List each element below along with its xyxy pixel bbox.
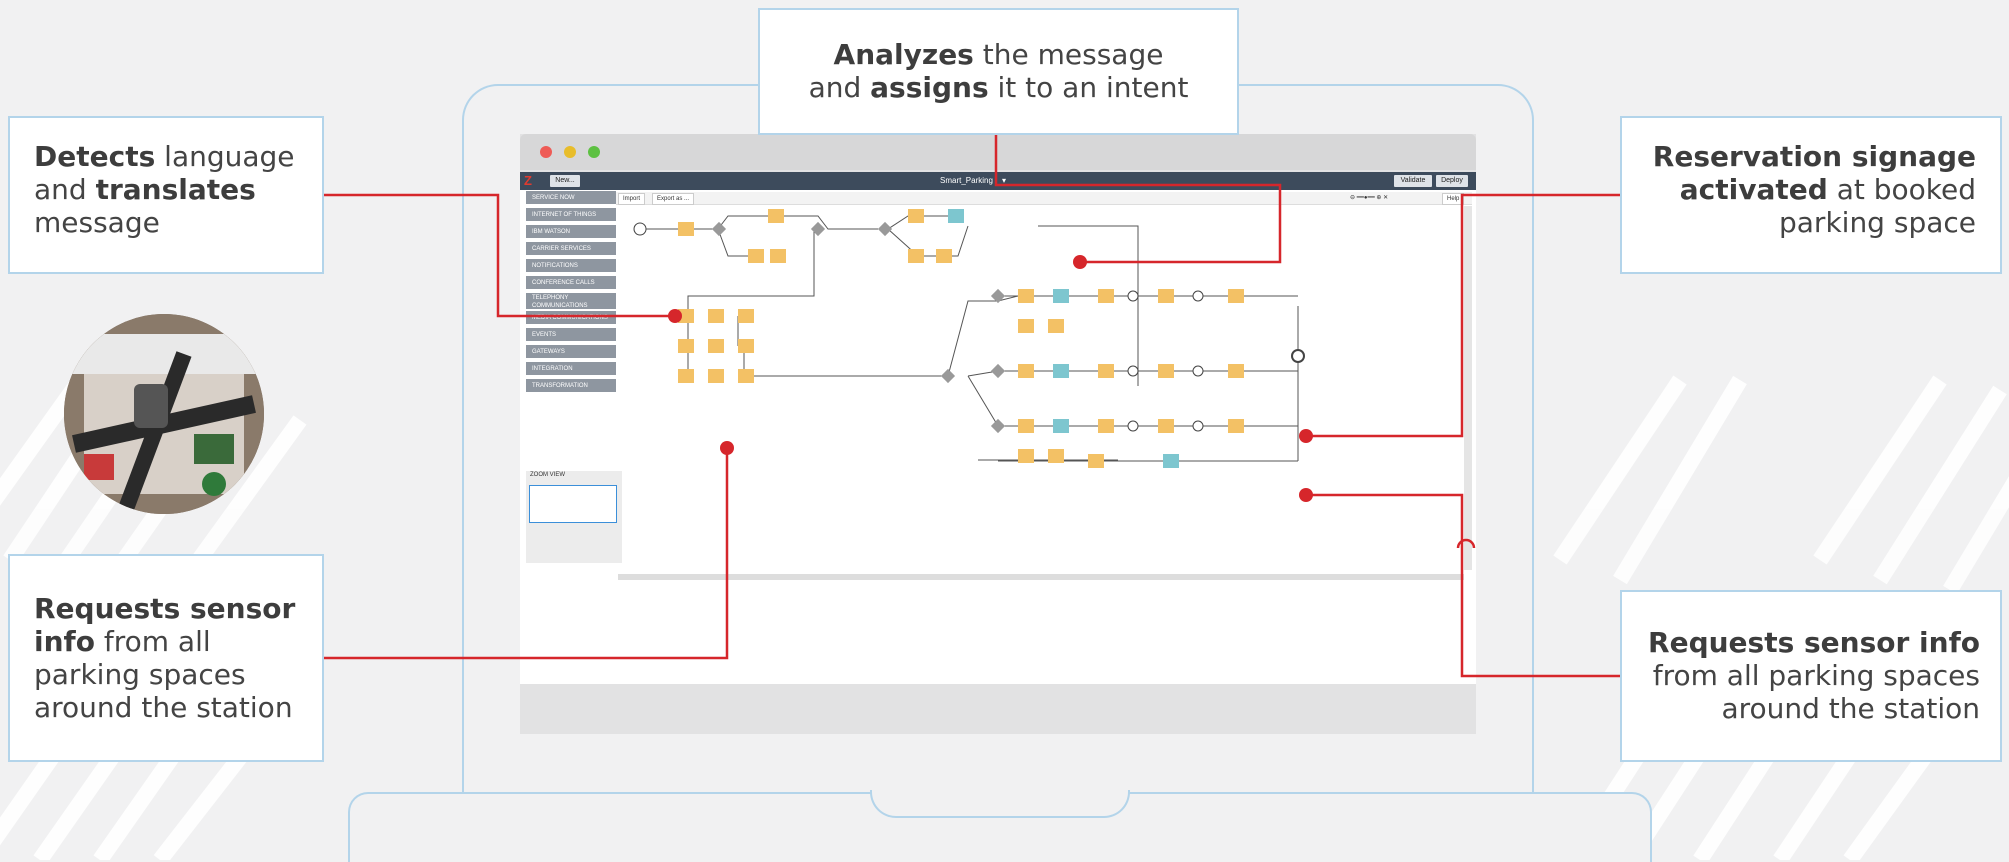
new-button[interactable]: New... bbox=[550, 175, 580, 187]
callout-detects-bold-1: Detects bbox=[34, 140, 156, 173]
canvas-toolbar: Import Export as ... ⊖ ━━●━━ ⊕ ✕ Help bbox=[616, 192, 1472, 205]
palette-item[interactable]: INTERNET OF THINGS bbox=[526, 208, 616, 222]
flow-nodes bbox=[633, 209, 1305, 468]
zoom-view-panel: ZOOM VIEW bbox=[526, 471, 622, 563]
deploy-button[interactable]: Deploy bbox=[1436, 175, 1468, 187]
callout-analyzes-bold-2: assigns bbox=[870, 71, 989, 104]
workflow-canvas[interactable] bbox=[618, 206, 1470, 566]
flow-title[interactable]: Smart_Parking bbox=[940, 175, 993, 187]
callout-analyzes-text-1: the message bbox=[973, 38, 1164, 71]
palette-item[interactable]: SERVICE NOW bbox=[526, 191, 616, 205]
flow-designer-app: Z New... Smart_Parking ▾ Validate Deploy… bbox=[520, 172, 1476, 684]
window-titlebar bbox=[520, 134, 1476, 170]
app-toolbar: Z New... Smart_Parking ▾ Validate Deploy bbox=[520, 172, 1476, 190]
palette-item[interactable]: CONFERENCE CALLS bbox=[526, 276, 616, 290]
palette-item[interactable]: TRANSFORMATION bbox=[526, 379, 616, 393]
zoom-view-viewport[interactable] bbox=[529, 485, 617, 523]
callout-requests-right-bold: Requests sensor info bbox=[1648, 626, 1980, 659]
callout-reservation-signage: Reservation signage activated at booked … bbox=[1620, 116, 2002, 274]
app-logo-icon: Z bbox=[524, 173, 532, 188]
palette-item[interactable]: NOTIFICATIONS bbox=[526, 259, 616, 273]
maximize-window-dot[interactable] bbox=[588, 146, 600, 158]
vertical-scrollbar[interactable] bbox=[1464, 206, 1472, 570]
close-window-dot[interactable] bbox=[540, 146, 552, 158]
callout-requests-sensor-left: Requests sensor info from all parking sp… bbox=[8, 554, 324, 762]
callout-detects-language: Detects language and translates message bbox=[8, 116, 324, 274]
zoom-view-label: ZOOM VIEW bbox=[530, 472, 565, 478]
help-button[interactable]: Help bbox=[1442, 193, 1465, 205]
smart-city-model-photo bbox=[64, 314, 264, 514]
palette-item[interactable]: EVENTS bbox=[526, 328, 616, 342]
validate-button[interactable]: Validate bbox=[1394, 175, 1432, 187]
laptop-screen: Z New... Smart_Parking ▾ Validate Deploy… bbox=[520, 134, 1476, 734]
palette-item[interactable]: CARRIER SERVICES bbox=[526, 242, 616, 256]
zoom-slider[interactable]: ⊖ ━━●━━ ⊕ ✕ bbox=[1346, 193, 1434, 203]
horizontal-scrollbar[interactable] bbox=[618, 574, 1464, 580]
callout-analyzes-message: Analyzes the message and assigns it to a… bbox=[758, 8, 1239, 135]
callout-requests-right-text: from all parking spaces around the stati… bbox=[1652, 659, 1980, 725]
palette-item[interactable]: TELEPHONY COMMUNICATIONS bbox=[526, 293, 616, 310]
minimize-window-dot[interactable] bbox=[564, 146, 576, 158]
chevron-down-icon[interactable]: ▾ bbox=[1002, 175, 1006, 187]
callout-analyzes-bold-1: Analyzes bbox=[833, 38, 974, 71]
node-palette: SERVICE NOW INTERNET OF THINGS IBM WATSO… bbox=[526, 191, 622, 563]
palette-item[interactable]: INTEGRATION bbox=[526, 362, 616, 376]
palette-item[interactable]: MEDIA COMMUNICATIONS bbox=[526, 311, 616, 325]
palette-item[interactable]: IBM WATSON bbox=[526, 225, 616, 239]
callout-analyzes-text-2: and bbox=[808, 71, 871, 104]
callout-requests-sensor-right: Requests sensor info from all parking sp… bbox=[1620, 590, 2002, 762]
callout-analyzes-text-3: it to an intent bbox=[988, 71, 1189, 104]
callout-detects-text-2: message bbox=[34, 206, 160, 239]
import-button[interactable]: Import bbox=[618, 193, 646, 205]
export-button[interactable]: Export as ... bbox=[652, 193, 695, 205]
palette-item[interactable]: GATEWAYS bbox=[526, 345, 616, 359]
laptop-notch bbox=[870, 790, 1130, 818]
callout-detects-bold-2: translates bbox=[95, 173, 256, 206]
